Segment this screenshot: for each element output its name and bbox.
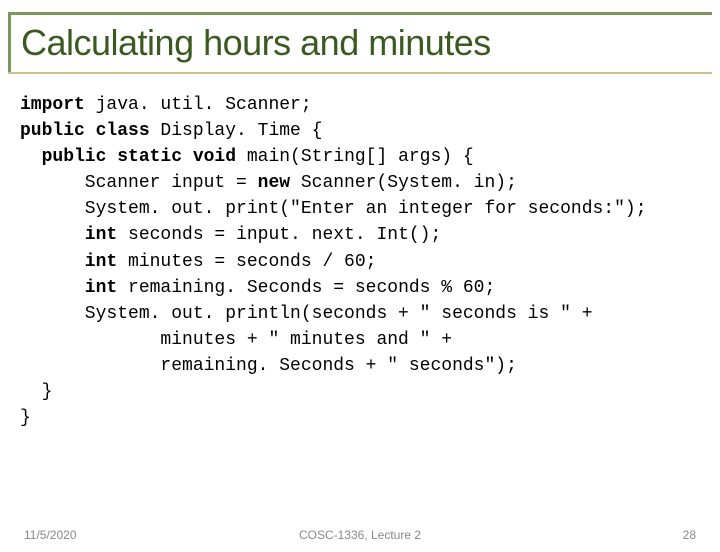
kw-int: int — [20, 278, 117, 298]
kw-public-static-void: public static void — [20, 147, 236, 167]
title-container: Calculating hours and minutes — [8, 12, 712, 72]
kw-int: int — [20, 225, 117, 245]
code-text: } — [20, 408, 31, 428]
code-text: java. util. Scanner; — [85, 95, 312, 115]
code-text: remaining. Seconds + " seconds"); — [20, 356, 517, 376]
code-text: Scanner input = — [20, 173, 258, 193]
code-text: Scanner(System. in); — [290, 173, 517, 193]
slide-title: Calculating hours and minutes — [11, 12, 712, 72]
code-text: } — [20, 382, 52, 402]
code-text: System. out. println(seconds + " seconds… — [20, 304, 593, 324]
kw-int: int — [20, 252, 117, 272]
code-text: System. out. print("Enter an integer for… — [20, 199, 647, 219]
code-text: minutes + " minutes and " + — [20, 330, 452, 350]
code-text: remaining. Seconds = seconds % 60; — [117, 278, 495, 298]
code-text: main(String[] args) { — [236, 147, 474, 167]
code-block: import java. util. Scanner; public class… — [0, 74, 720, 431]
slide: Calculating hours and minutes import jav… — [0, 12, 720, 552]
code-text: seconds = input. next. Int(); — [117, 225, 441, 245]
code-text: minutes = seconds / 60; — [117, 252, 376, 272]
kw-public-class: public class — [20, 121, 150, 141]
kw-new: new — [258, 173, 290, 193]
kw-import: import — [20, 95, 85, 115]
code-text: Display. Time { — [150, 121, 323, 141]
